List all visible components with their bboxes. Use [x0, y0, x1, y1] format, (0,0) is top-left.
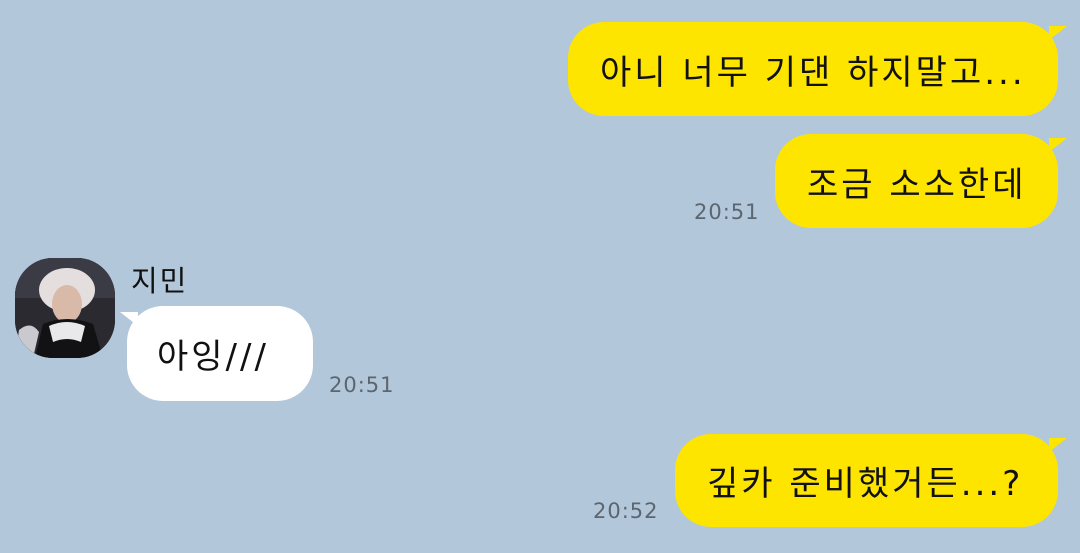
sender-name: 지민	[131, 264, 189, 298]
message-timestamp: 20:51	[329, 373, 395, 397]
chat-area: 아니 너무 기댄 하지말고... 조금 소소한데 20:51 지민 아잉/// …	[0, 0, 1080, 553]
message-text: 아잉///	[157, 337, 269, 377]
incoming-message-bubble[interactable]: 아잉///	[127, 306, 313, 401]
outgoing-message-bubble[interactable]: 깊카 준비했거든...?	[675, 434, 1058, 527]
outgoing-message-bubble[interactable]: 아니 너무 기댄 하지말고...	[568, 22, 1058, 116]
bubble-tail	[1049, 26, 1067, 40]
message-text: 아니 너무 기댄 하지말고...	[600, 52, 1026, 93]
profile-photo-icon	[15, 258, 115, 358]
message-text: 조금 소소한데	[807, 164, 1027, 205]
message-timestamp: 20:52	[593, 499, 659, 523]
bubble-tail	[120, 312, 138, 326]
message-timestamp: 20:51	[694, 200, 760, 224]
bubble-tail	[1049, 138, 1067, 152]
message-text: 깊카 준비했거든...?	[707, 464, 1024, 504]
avatar[interactable]	[15, 258, 115, 358]
outgoing-message-bubble[interactable]: 조금 소소한데	[775, 134, 1058, 228]
bubble-tail	[1049, 438, 1067, 452]
